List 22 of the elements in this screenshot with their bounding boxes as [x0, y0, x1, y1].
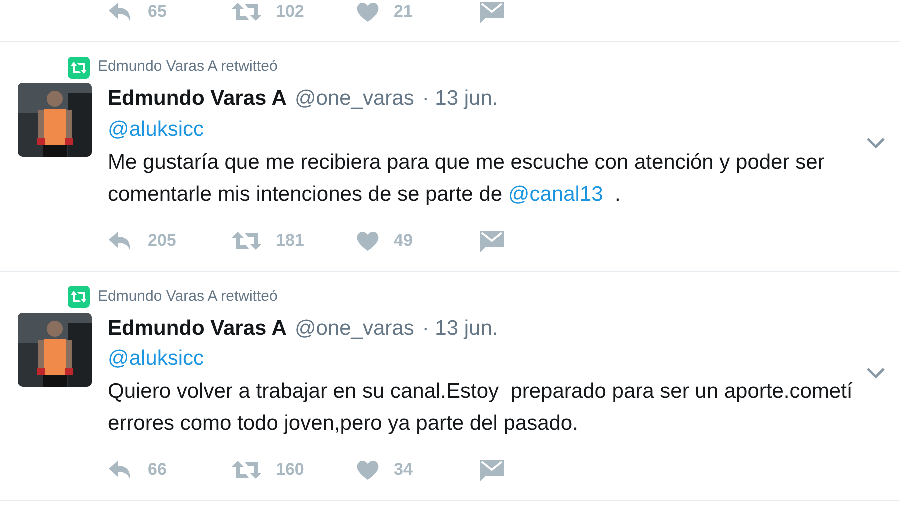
mention-link[interactable]: @aluksicc: [108, 118, 204, 140]
like-count: 49: [394, 230, 413, 252]
tweet-text: Quiero volver a trabajar en su canal.Estoy preparado para ser un aporte.cometí errores como todo joven,pero ya parte del pasado.: [108, 379, 854, 437]
reply-count: 205: [148, 230, 176, 252]
mention-link[interactable]: @canal13: [508, 182, 604, 206]
author-handle[interactable]: @one_varas: [294, 83, 414, 114]
like-count: 21: [394, 1, 413, 24]
tweet-text: Me gustaría que me recibiera para que me escuche con atención y poder ser comentarle mis intenciones de se parte de @canal13 .: [108, 150, 826, 208]
retweet-label[interactable]: Edmundo Varas A retwitteó: [98, 286, 278, 308]
like-count: 34: [394, 459, 413, 482]
author-name[interactable]: Edmundo Varas A: [108, 83, 287, 114]
reply-count: 66: [148, 459, 167, 482]
retweet-label[interactable]: Edmundo Varas A retwitteó: [98, 56, 278, 79]
author-handle[interactable]: @one_varas: [294, 312, 414, 344]
mention-link[interactable]: @aluksicc: [108, 347, 204, 370]
tweet-date[interactable]: · 13 jun.: [422, 312, 498, 344]
retweet-count: 160: [276, 459, 304, 482]
retweet-count: 102: [276, 1, 304, 24]
retweet-count: 181: [276, 230, 304, 252]
author-name[interactable]: Edmundo Varas A: [108, 312, 287, 344]
reply-count: 65: [148, 1, 167, 24]
tweet-date[interactable]: · 13 jun.: [422, 83, 498, 114]
